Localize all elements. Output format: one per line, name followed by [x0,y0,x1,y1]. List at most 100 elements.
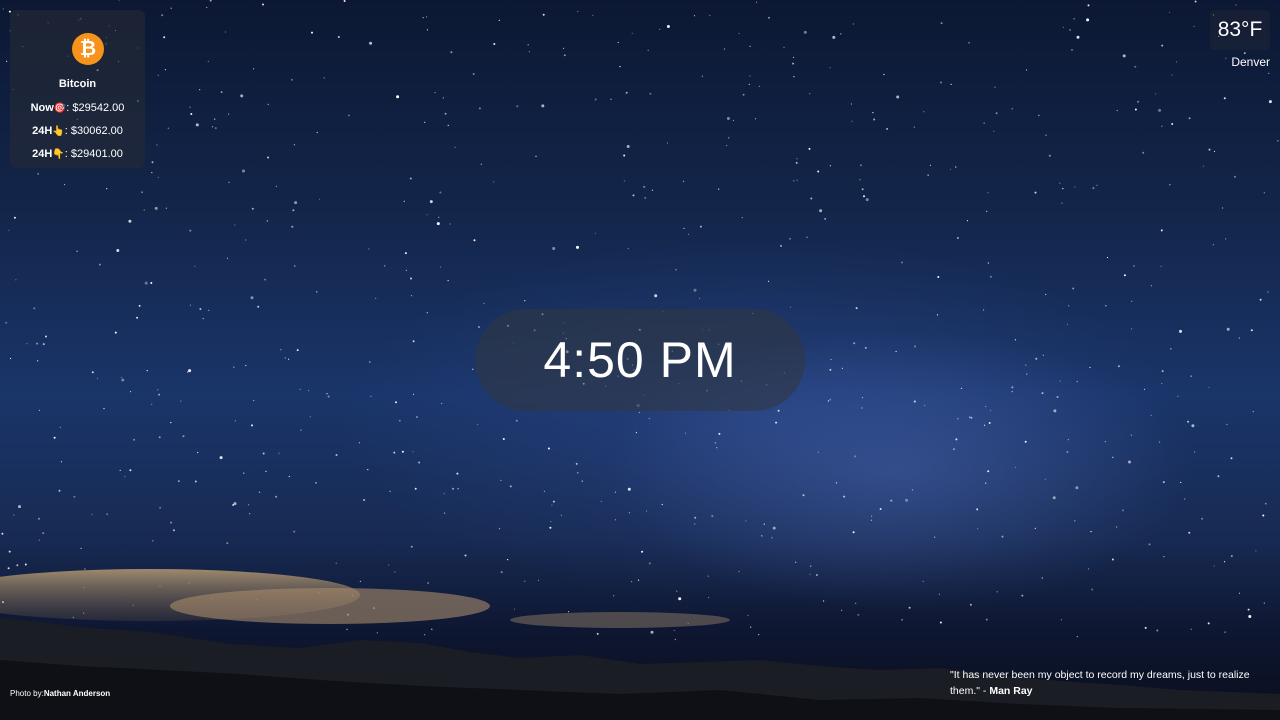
star [384,265,386,267]
star [106,513,108,515]
star [1026,69,1028,71]
star [852,23,855,25]
star [2,8,4,10]
star [1137,100,1140,103]
star [1267,291,1269,293]
star [808,147,811,150]
star [197,451,199,454]
star [151,161,154,164]
star [913,126,915,128]
star [398,419,401,422]
star [154,206,158,210]
star [124,475,126,478]
star [924,404,926,407]
star [1076,380,1078,383]
star [923,111,925,113]
star [1116,109,1118,112]
temperature: 83°F [1217,18,1263,41]
star [693,15,696,17]
star [1143,388,1146,390]
star [1061,202,1063,204]
star [957,418,959,420]
star [1161,125,1163,127]
star [989,275,992,278]
star [170,7,172,9]
photo-credit[interactable]: Photo by:Nathan Anderson [10,689,110,698]
star [728,137,730,139]
star [426,214,428,216]
star [1160,229,1163,232]
star [1190,375,1192,377]
star [666,142,669,144]
star [687,233,690,235]
star [1117,365,1120,368]
star [141,191,143,193]
star [404,252,407,255]
star [1075,486,1079,490]
star [983,122,985,124]
star [940,22,943,25]
star [879,508,882,510]
star [1025,364,1027,366]
star [683,180,685,182]
star [1053,409,1057,413]
star [164,69,166,71]
star [284,357,286,359]
star [761,535,763,537]
star [477,423,479,425]
star [38,517,40,520]
star [1087,4,1090,7]
star [439,191,442,194]
star [157,176,159,178]
photographer-link[interactable]: Nathan Anderson [44,689,110,698]
star [170,521,172,524]
star [337,36,340,38]
star [854,455,857,458]
star [829,67,831,69]
star [1150,414,1152,416]
star [749,45,751,48]
star [960,387,963,389]
star [1014,339,1017,341]
star [1131,328,1133,330]
star [852,531,855,534]
price-label: 24H [32,148,53,160]
star [809,93,811,95]
star [98,263,101,266]
star [224,31,227,33]
star [416,416,418,418]
star [1223,97,1226,100]
star [749,75,751,77]
star [114,331,117,334]
star [447,124,449,126]
star [129,469,132,472]
star [199,308,202,310]
star [1090,531,1092,533]
star [718,432,721,435]
star [543,490,546,492]
star [829,398,832,401]
star [1086,18,1090,22]
star [661,503,663,506]
star [1213,150,1216,153]
star [1130,434,1132,436]
weather-widget[interactable]: 83°F [1210,10,1270,50]
star [1265,503,1267,505]
star [1066,323,1068,325]
star [60,461,63,463]
star [645,510,648,512]
star [1038,114,1040,116]
star [1074,520,1076,522]
star [651,189,654,191]
star [789,306,792,308]
star [228,181,230,183]
star [157,389,159,391]
star [827,400,830,402]
star [167,127,169,129]
star [755,1,758,3]
star [1160,265,1162,267]
star [396,95,400,99]
star [741,217,743,219]
star [927,174,929,176]
star [890,499,893,502]
